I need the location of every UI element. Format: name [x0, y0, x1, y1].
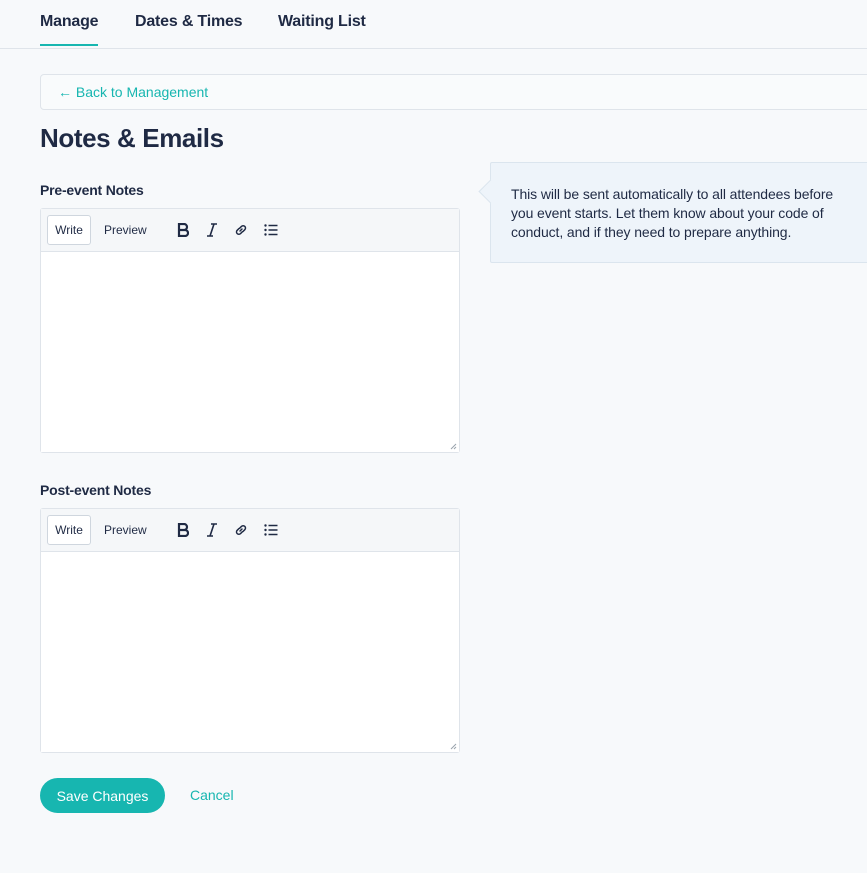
bold-icon[interactable] — [174, 521, 192, 539]
page-title: Notes & Emails — [40, 123, 224, 153]
cancel-link[interactable]: Cancel — [190, 787, 234, 803]
post-event-notes-textarea[interactable] — [41, 552, 459, 752]
pre-event-hint: This will be sent automatically to all a… — [490, 162, 867, 263]
back-bar: ← Back to Management — [40, 74, 867, 110]
pre-event-notes-label: Pre-event Notes — [40, 182, 144, 198]
post-event-preview-tab[interactable]: Preview — [104, 515, 147, 545]
post-event-editor-toolbar: Write Preview — [41, 509, 459, 552]
pre-event-write-tab[interactable]: Write — [47, 215, 91, 245]
hint-text: This will be sent automatically to all a… — [511, 186, 834, 240]
italic-icon[interactable] — [203, 521, 221, 539]
post-event-write-tab[interactable]: Write — [47, 515, 91, 545]
pre-event-notes-textarea[interactable] — [41, 252, 459, 452]
tab-bar: Manage Dates & Times Waiting List — [0, 0, 867, 49]
italic-icon[interactable] — [203, 221, 221, 239]
bold-icon[interactable] — [174, 221, 192, 239]
bulleted-list-icon[interactable] — [262, 221, 280, 239]
bulleted-list-icon[interactable] — [262, 521, 280, 539]
back-to-management-link[interactable]: ← Back to Management — [58, 84, 208, 100]
pre-event-editor-toolbar: Write Preview — [41, 209, 459, 252]
post-event-notes-editor: Write Preview — [40, 508, 460, 753]
link-icon[interactable] — [232, 521, 250, 539]
tab-manage[interactable]: Manage — [40, 13, 99, 46]
pre-event-notes-editor: Write Preview — [40, 208, 460, 453]
resize-grip-icon[interactable] — [449, 742, 457, 750]
tab-waiting-list[interactable]: Waiting List — [278, 13, 366, 31]
tab-dates-times[interactable]: Dates & Times — [135, 13, 243, 31]
save-changes-button[interactable]: Save Changes — [40, 778, 165, 813]
post-event-notes-label: Post-event Notes — [40, 482, 152, 498]
link-icon[interactable] — [232, 221, 250, 239]
resize-grip-icon[interactable] — [449, 442, 457, 450]
pre-event-preview-tab[interactable]: Preview — [104, 215, 147, 245]
